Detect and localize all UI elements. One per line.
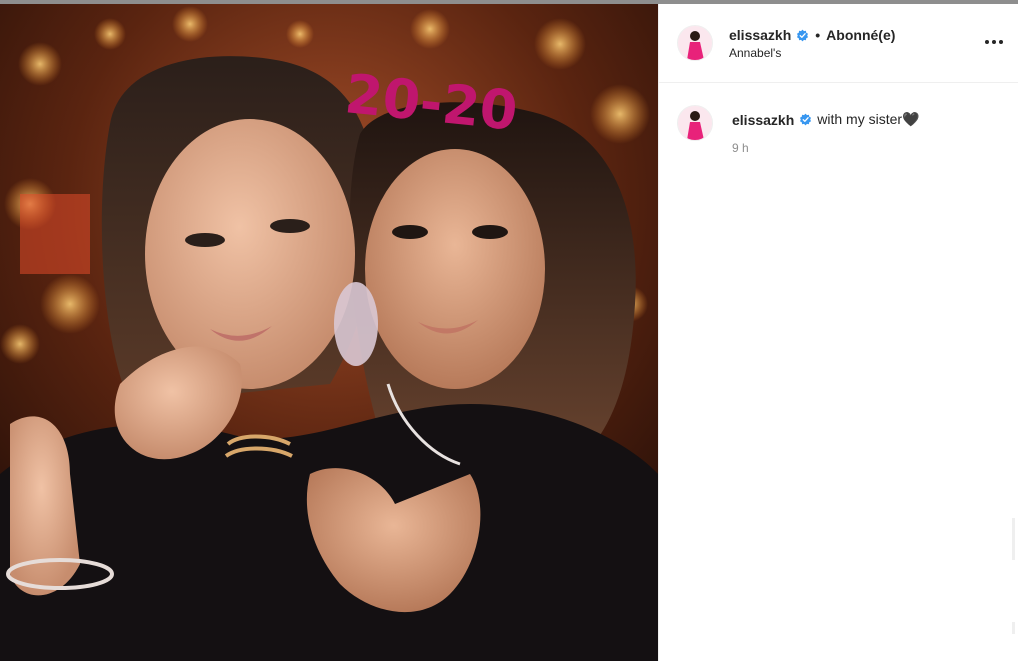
scrollbar-track	[1012, 622, 1015, 634]
more-options-icon[interactable]	[980, 30, 1008, 54]
scrollbar-track	[1012, 518, 1015, 560]
location-link[interactable]: Annabel's	[729, 46, 781, 60]
verified-badge-icon	[797, 29, 809, 41]
verified-badge-icon	[800, 113, 812, 126]
separator-dot: •	[815, 27, 821, 43]
post-photo[interactable]: 20-20	[0, 4, 658, 661]
avatar[interactable]	[677, 25, 713, 61]
caption-timestamp[interactable]: 9 h	[732, 141, 749, 155]
caption-text: with my sister🖤	[817, 111, 920, 127]
caption-comment: elissazkh with my sister🖤 9 h	[659, 83, 1018, 183]
follow-status-button[interactable]: Abonné(e)	[826, 27, 895, 43]
photo-illustration: 20-20	[0, 4, 658, 661]
caption-username[interactable]: elissazkh	[732, 112, 794, 128]
post-side-panel: elissazkh • Abonné(e) Annabel's elissazk…	[658, 4, 1018, 661]
post-header: elissazkh • Abonné(e) Annabel's	[659, 4, 1018, 83]
post-author-username[interactable]: elissazkh	[729, 27, 791, 43]
avatar[interactable]	[677, 105, 713, 141]
